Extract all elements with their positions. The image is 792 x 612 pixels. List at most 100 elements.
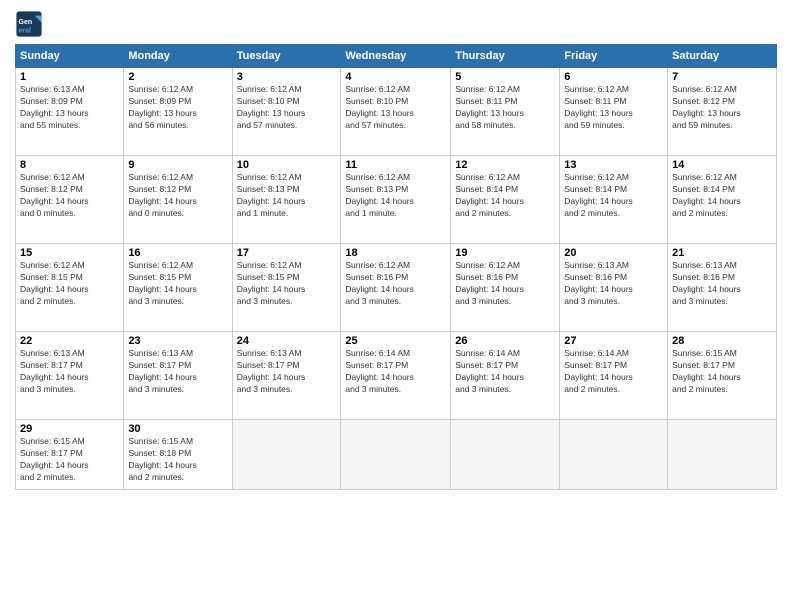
day-info: Sunrise: 6:13 AM Sunset: 8:16 PM Dayligh… xyxy=(564,260,663,308)
calendar-cell: 30Sunrise: 6:15 AM Sunset: 8:18 PM Dayli… xyxy=(124,420,232,490)
day-info: Sunrise: 6:12 AM Sunset: 8:13 PM Dayligh… xyxy=(345,172,446,220)
day-number: 17 xyxy=(237,247,337,259)
day-number: 15 xyxy=(20,247,119,259)
calendar-cell: 21Sunrise: 6:13 AM Sunset: 8:16 PM Dayli… xyxy=(668,244,777,332)
calendar-cell: 5Sunrise: 6:12 AM Sunset: 8:11 PM Daylig… xyxy=(451,68,560,156)
day-info: Sunrise: 6:12 AM Sunset: 8:15 PM Dayligh… xyxy=(237,260,337,308)
calendar-cell xyxy=(451,420,560,490)
day-number: 22 xyxy=(20,335,119,347)
day-number: 9 xyxy=(128,159,227,171)
day-info: Sunrise: 6:14 AM Sunset: 8:17 PM Dayligh… xyxy=(564,348,663,396)
day-number: 24 xyxy=(237,335,337,347)
day-info: Sunrise: 6:12 AM Sunset: 8:14 PM Dayligh… xyxy=(564,172,663,220)
svg-text:Gen: Gen xyxy=(19,19,33,26)
page: Gen eral SundayMondayTuesdayWednesdayThu… xyxy=(0,0,792,612)
header: Gen eral xyxy=(15,10,777,38)
day-number: 21 xyxy=(672,247,772,259)
day-number: 11 xyxy=(345,159,446,171)
day-number: 26 xyxy=(455,335,555,347)
calendar-cell: 28Sunrise: 6:15 AM Sunset: 8:17 PM Dayli… xyxy=(668,332,777,420)
day-number: 6 xyxy=(564,71,663,83)
day-number: 30 xyxy=(128,423,227,435)
calendar-cell: 25Sunrise: 6:14 AM Sunset: 8:17 PM Dayli… xyxy=(341,332,451,420)
calendar-cell: 16Sunrise: 6:12 AM Sunset: 8:15 PM Dayli… xyxy=(124,244,232,332)
day-number: 16 xyxy=(128,247,227,259)
calendar-cell: 8Sunrise: 6:12 AM Sunset: 8:12 PM Daylig… xyxy=(16,156,124,244)
calendar-cell: 6Sunrise: 6:12 AM Sunset: 8:11 PM Daylig… xyxy=(560,68,668,156)
day-header-sunday: Sunday xyxy=(16,45,124,68)
calendar-cell: 11Sunrise: 6:12 AM Sunset: 8:13 PM Dayli… xyxy=(341,156,451,244)
day-info: Sunrise: 6:12 AM Sunset: 8:12 PM Dayligh… xyxy=(20,172,119,220)
calendar-week-5: 29Sunrise: 6:15 AM Sunset: 8:17 PM Dayli… xyxy=(16,420,777,490)
calendar-cell: 17Sunrise: 6:12 AM Sunset: 8:15 PM Dayli… xyxy=(232,244,341,332)
day-number: 1 xyxy=(20,71,119,83)
calendar-cell: 24Sunrise: 6:13 AM Sunset: 8:17 PM Dayli… xyxy=(232,332,341,420)
day-number: 2 xyxy=(128,71,227,83)
day-header-thursday: Thursday xyxy=(451,45,560,68)
day-info: Sunrise: 6:12 AM Sunset: 8:12 PM Dayligh… xyxy=(672,84,772,132)
calendar-week-1: 1Sunrise: 6:13 AM Sunset: 8:09 PM Daylig… xyxy=(16,68,777,156)
calendar-cell: 20Sunrise: 6:13 AM Sunset: 8:16 PM Dayli… xyxy=(560,244,668,332)
day-number: 28 xyxy=(672,335,772,347)
calendar-cell: 14Sunrise: 6:12 AM Sunset: 8:14 PM Dayli… xyxy=(668,156,777,244)
day-info: Sunrise: 6:13 AM Sunset: 8:17 PM Dayligh… xyxy=(20,348,119,396)
logo-icon: Gen eral xyxy=(15,10,43,38)
day-info: Sunrise: 6:12 AM Sunset: 8:11 PM Dayligh… xyxy=(564,84,663,132)
calendar-cell: 4Sunrise: 6:12 AM Sunset: 8:10 PM Daylig… xyxy=(341,68,451,156)
day-number: 7 xyxy=(672,71,772,83)
calendar-cell xyxy=(232,420,341,490)
day-info: Sunrise: 6:13 AM Sunset: 8:09 PM Dayligh… xyxy=(20,84,119,132)
calendar-cell: 9Sunrise: 6:12 AM Sunset: 8:12 PM Daylig… xyxy=(124,156,232,244)
day-header-tuesday: Tuesday xyxy=(232,45,341,68)
day-number: 29 xyxy=(20,423,119,435)
calendar-cell: 3Sunrise: 6:12 AM Sunset: 8:10 PM Daylig… xyxy=(232,68,341,156)
day-info: Sunrise: 6:12 AM Sunset: 8:09 PM Dayligh… xyxy=(128,84,227,132)
day-info: Sunrise: 6:12 AM Sunset: 8:11 PM Dayligh… xyxy=(455,84,555,132)
day-number: 13 xyxy=(564,159,663,171)
day-number: 18 xyxy=(345,247,446,259)
logo: Gen eral xyxy=(15,10,47,38)
calendar-cell xyxy=(668,420,777,490)
day-info: Sunrise: 6:12 AM Sunset: 8:13 PM Dayligh… xyxy=(237,172,337,220)
day-info: Sunrise: 6:12 AM Sunset: 8:15 PM Dayligh… xyxy=(128,260,227,308)
day-number: 10 xyxy=(237,159,337,171)
calendar-cell: 19Sunrise: 6:12 AM Sunset: 8:16 PM Dayli… xyxy=(451,244,560,332)
day-info: Sunrise: 6:14 AM Sunset: 8:17 PM Dayligh… xyxy=(345,348,446,396)
day-number: 27 xyxy=(564,335,663,347)
day-number: 8 xyxy=(20,159,119,171)
day-info: Sunrise: 6:12 AM Sunset: 8:12 PM Dayligh… xyxy=(128,172,227,220)
day-number: 19 xyxy=(455,247,555,259)
calendar-cell: 13Sunrise: 6:12 AM Sunset: 8:14 PM Dayli… xyxy=(560,156,668,244)
day-number: 25 xyxy=(345,335,446,347)
day-info: Sunrise: 6:12 AM Sunset: 8:10 PM Dayligh… xyxy=(345,84,446,132)
calendar-cell xyxy=(560,420,668,490)
day-header-wednesday: Wednesday xyxy=(341,45,451,68)
day-number: 5 xyxy=(455,71,555,83)
day-info: Sunrise: 6:15 AM Sunset: 8:18 PM Dayligh… xyxy=(128,436,227,484)
calendar-cell: 1Sunrise: 6:13 AM Sunset: 8:09 PM Daylig… xyxy=(16,68,124,156)
calendar-cell: 15Sunrise: 6:12 AM Sunset: 8:15 PM Dayli… xyxy=(16,244,124,332)
calendar-cell: 26Sunrise: 6:14 AM Sunset: 8:17 PM Dayli… xyxy=(451,332,560,420)
day-info: Sunrise: 6:13 AM Sunset: 8:17 PM Dayligh… xyxy=(128,348,227,396)
calendar: SundayMondayTuesdayWednesdayThursdayFrid… xyxy=(15,44,777,490)
day-number: 12 xyxy=(455,159,555,171)
calendar-week-4: 22Sunrise: 6:13 AM Sunset: 8:17 PM Dayli… xyxy=(16,332,777,420)
calendar-cell: 12Sunrise: 6:12 AM Sunset: 8:14 PM Dayli… xyxy=(451,156,560,244)
day-number: 3 xyxy=(237,71,337,83)
day-number: 20 xyxy=(564,247,663,259)
day-header-saturday: Saturday xyxy=(668,45,777,68)
calendar-week-2: 8Sunrise: 6:12 AM Sunset: 8:12 PM Daylig… xyxy=(16,156,777,244)
day-header-monday: Monday xyxy=(124,45,232,68)
calendar-cell: 2Sunrise: 6:12 AM Sunset: 8:09 PM Daylig… xyxy=(124,68,232,156)
day-info: Sunrise: 6:13 AM Sunset: 8:16 PM Dayligh… xyxy=(672,260,772,308)
calendar-cell: 27Sunrise: 6:14 AM Sunset: 8:17 PM Dayli… xyxy=(560,332,668,420)
calendar-cell: 7Sunrise: 6:12 AM Sunset: 8:12 PM Daylig… xyxy=(668,68,777,156)
calendar-cell: 18Sunrise: 6:12 AM Sunset: 8:16 PM Dayli… xyxy=(341,244,451,332)
calendar-header-row: SundayMondayTuesdayWednesdayThursdayFrid… xyxy=(16,45,777,68)
day-number: 23 xyxy=(128,335,227,347)
calendar-cell: 23Sunrise: 6:13 AM Sunset: 8:17 PM Dayli… xyxy=(124,332,232,420)
day-info: Sunrise: 6:12 AM Sunset: 8:10 PM Dayligh… xyxy=(237,84,337,132)
day-number: 4 xyxy=(345,71,446,83)
day-info: Sunrise: 6:15 AM Sunset: 8:17 PM Dayligh… xyxy=(20,436,119,484)
day-info: Sunrise: 6:12 AM Sunset: 8:14 PM Dayligh… xyxy=(455,172,555,220)
